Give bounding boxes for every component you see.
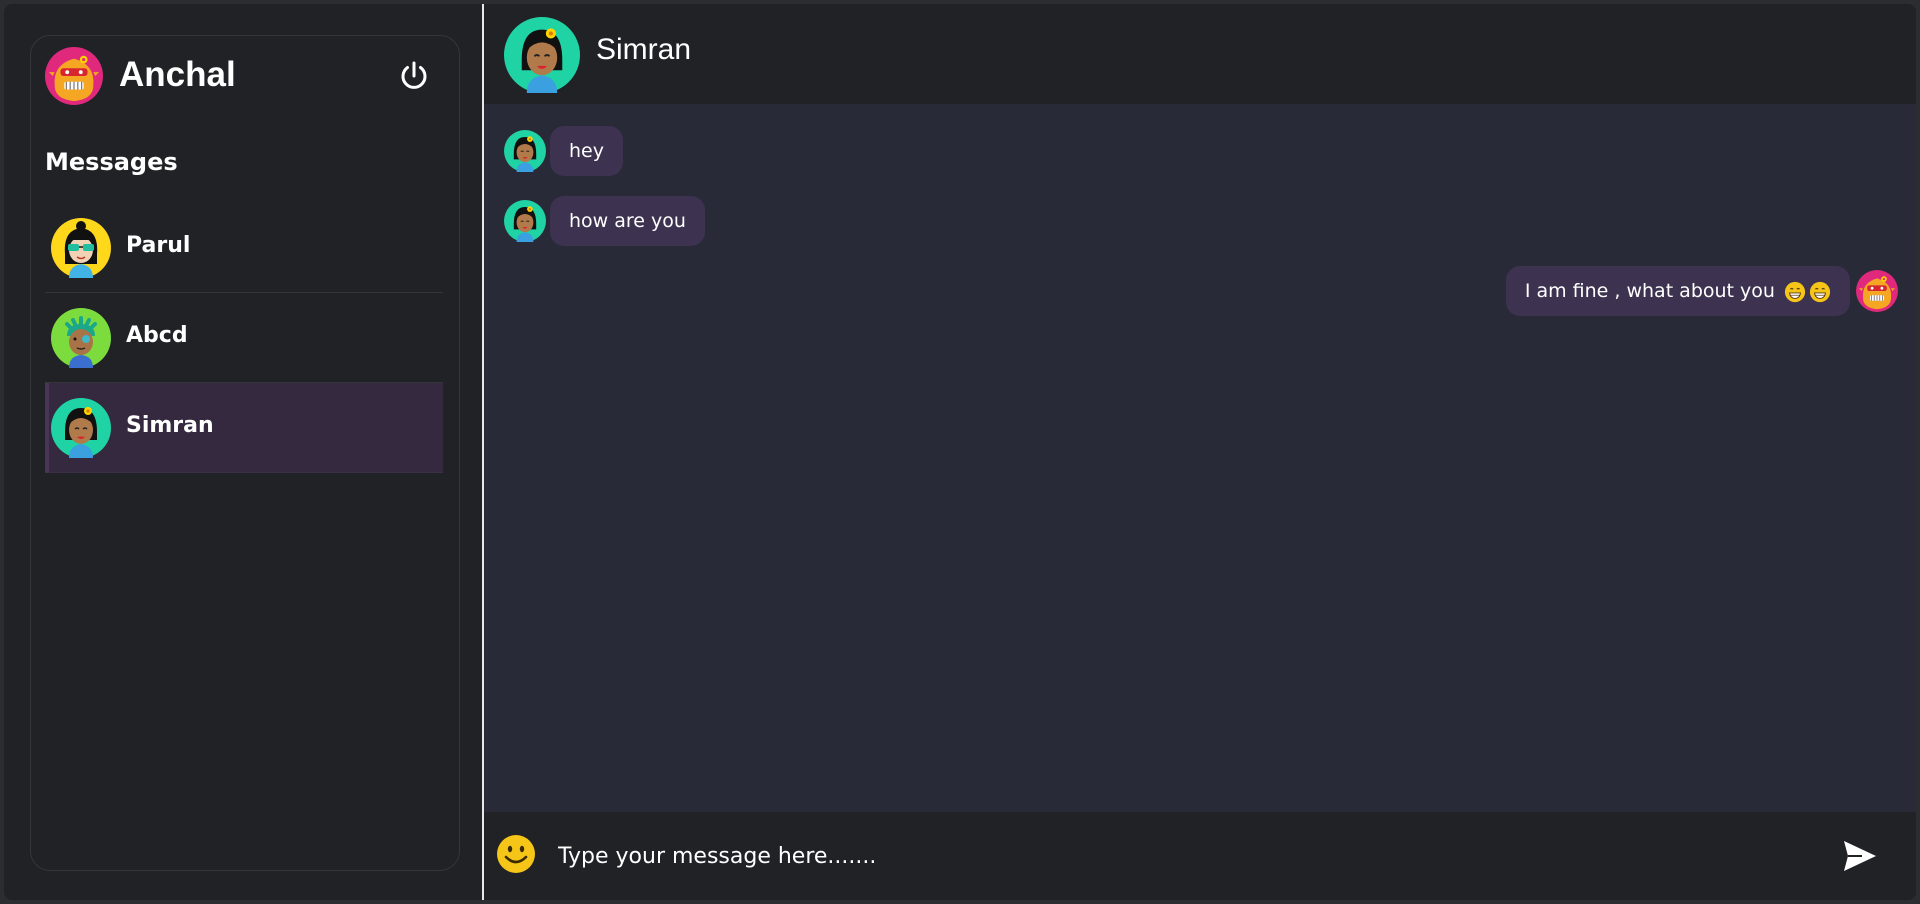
chat-app: Anchal Messages Parul Abcd Simran Simran: [4, 4, 1916, 900]
logout-power-icon[interactable]: [397, 59, 431, 93]
message-bubble: hey: [550, 126, 623, 176]
grinning-face-icon: [1809, 281, 1831, 303]
chat-contact-avatar[interactable]: [504, 17, 580, 93]
sender-avatar: [504, 130, 546, 172]
message-input[interactable]: [556, 832, 1810, 880]
chat-header: Simran: [484, 4, 1916, 104]
grinning-face-icon: [1784, 281, 1806, 303]
sender-avatar: [1856, 270, 1898, 312]
contact-list: Parul Abcd Simran: [45, 203, 443, 473]
contact-name: Abcd: [126, 323, 188, 348]
sender-avatar: [504, 200, 546, 242]
contact-avatar: [51, 398, 111, 458]
message-row-incoming: how are you: [504, 196, 705, 246]
message-bubble: I am fine , what about you: [1505, 266, 1850, 316]
sidebar: Anchal Messages Parul Abcd Simran: [30, 35, 460, 871]
contact-item-simran[interactable]: Simran: [45, 383, 443, 473]
message-row-incoming: hey: [504, 126, 623, 176]
contact-item-parul[interactable]: Parul: [45, 203, 443, 293]
contact-avatar: [51, 308, 111, 368]
contact-name: Simran: [126, 413, 214, 438]
current-user-avatar[interactable]: [45, 47, 103, 105]
message-text: I am fine , what about you: [1524, 280, 1775, 302]
message-bubble: how are you: [550, 196, 705, 246]
messages-heading: Messages: [45, 148, 178, 176]
contact-name: Parul: [126, 233, 191, 258]
message-composer: [484, 812, 1916, 900]
message-row-outgoing: I am fine , what about you: [1505, 266, 1898, 316]
send-icon[interactable]: [1842, 839, 1878, 873]
message-area[interactable]: hey how are you I am fine , what about y…: [484, 104, 1916, 812]
current-user-name: Anchal: [119, 55, 236, 94]
emoji-picker-icon[interactable]: [496, 834, 536, 874]
contact-avatar: [51, 218, 111, 278]
chat-contact-name: Simran: [596, 33, 692, 66]
contact-item-abcd[interactable]: Abcd: [45, 293, 443, 383]
